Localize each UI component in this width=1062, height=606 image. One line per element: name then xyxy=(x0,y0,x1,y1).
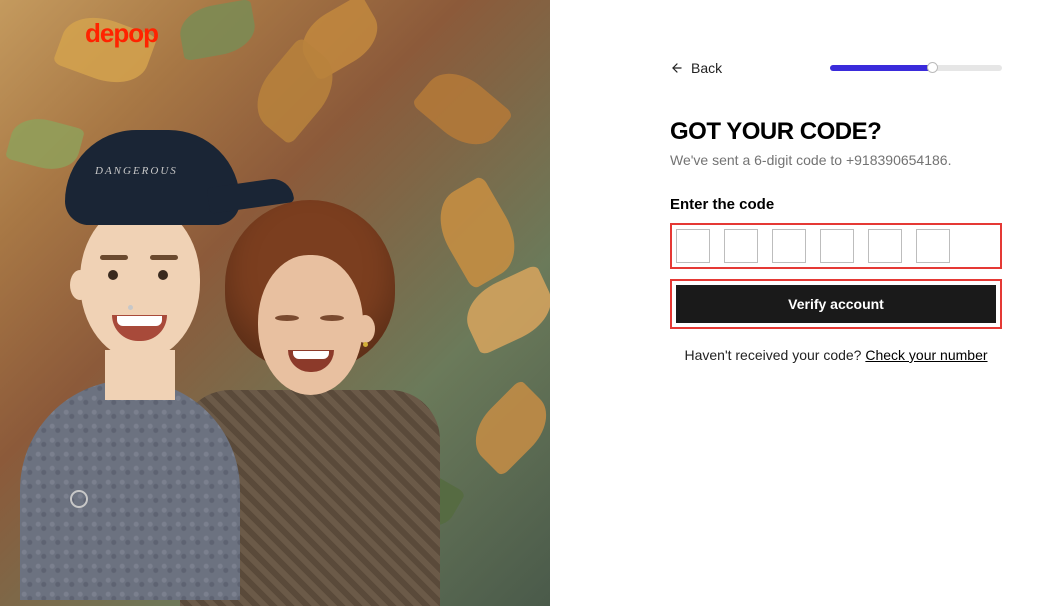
code-input-label: Enter the code xyxy=(670,196,1002,213)
code-digit-5[interactable] xyxy=(868,229,902,263)
progress-knob xyxy=(927,62,938,73)
progress-bar xyxy=(830,65,1002,71)
check-number-link[interactable]: Check your number xyxy=(865,347,987,363)
code-digit-1[interactable] xyxy=(676,229,710,263)
top-bar: Back xyxy=(670,60,1002,76)
resend-prompt: Haven't received your code? xyxy=(684,347,865,363)
form-panel: Back GOT YOUR CODE? We've sent a 6-digit… xyxy=(550,0,1062,606)
code-input-highlight xyxy=(670,223,1002,269)
code-digit-3[interactable] xyxy=(772,229,806,263)
page-subtext: We've sent a 6-digit code to +9183906541… xyxy=(670,152,1002,168)
code-digit-4[interactable] xyxy=(820,229,854,263)
brand-logo: depop xyxy=(85,18,158,49)
foliage-decor xyxy=(176,0,259,61)
resend-row: Haven't received your code? Check your n… xyxy=(670,347,1002,363)
back-label: Back xyxy=(691,60,722,76)
code-digit-6[interactable] xyxy=(916,229,950,263)
cap-text: DANGEROUS xyxy=(95,165,178,177)
foliage-decor xyxy=(411,59,513,158)
code-digit-2[interactable] xyxy=(724,229,758,263)
progress-fill xyxy=(830,65,933,71)
verify-button[interactable]: Verify account xyxy=(676,285,996,323)
hero-figure-front: DANGEROUS xyxy=(10,120,290,600)
verify-button-highlight: Verify account xyxy=(670,279,1002,329)
back-button[interactable]: Back xyxy=(670,60,722,76)
arrow-left-icon xyxy=(670,61,684,75)
code-input-row xyxy=(676,229,996,263)
foliage-decor xyxy=(462,379,550,477)
hero-image-panel: DANGEROUS depop xyxy=(0,0,550,606)
page-title: GOT YOUR CODE? xyxy=(670,118,1002,146)
